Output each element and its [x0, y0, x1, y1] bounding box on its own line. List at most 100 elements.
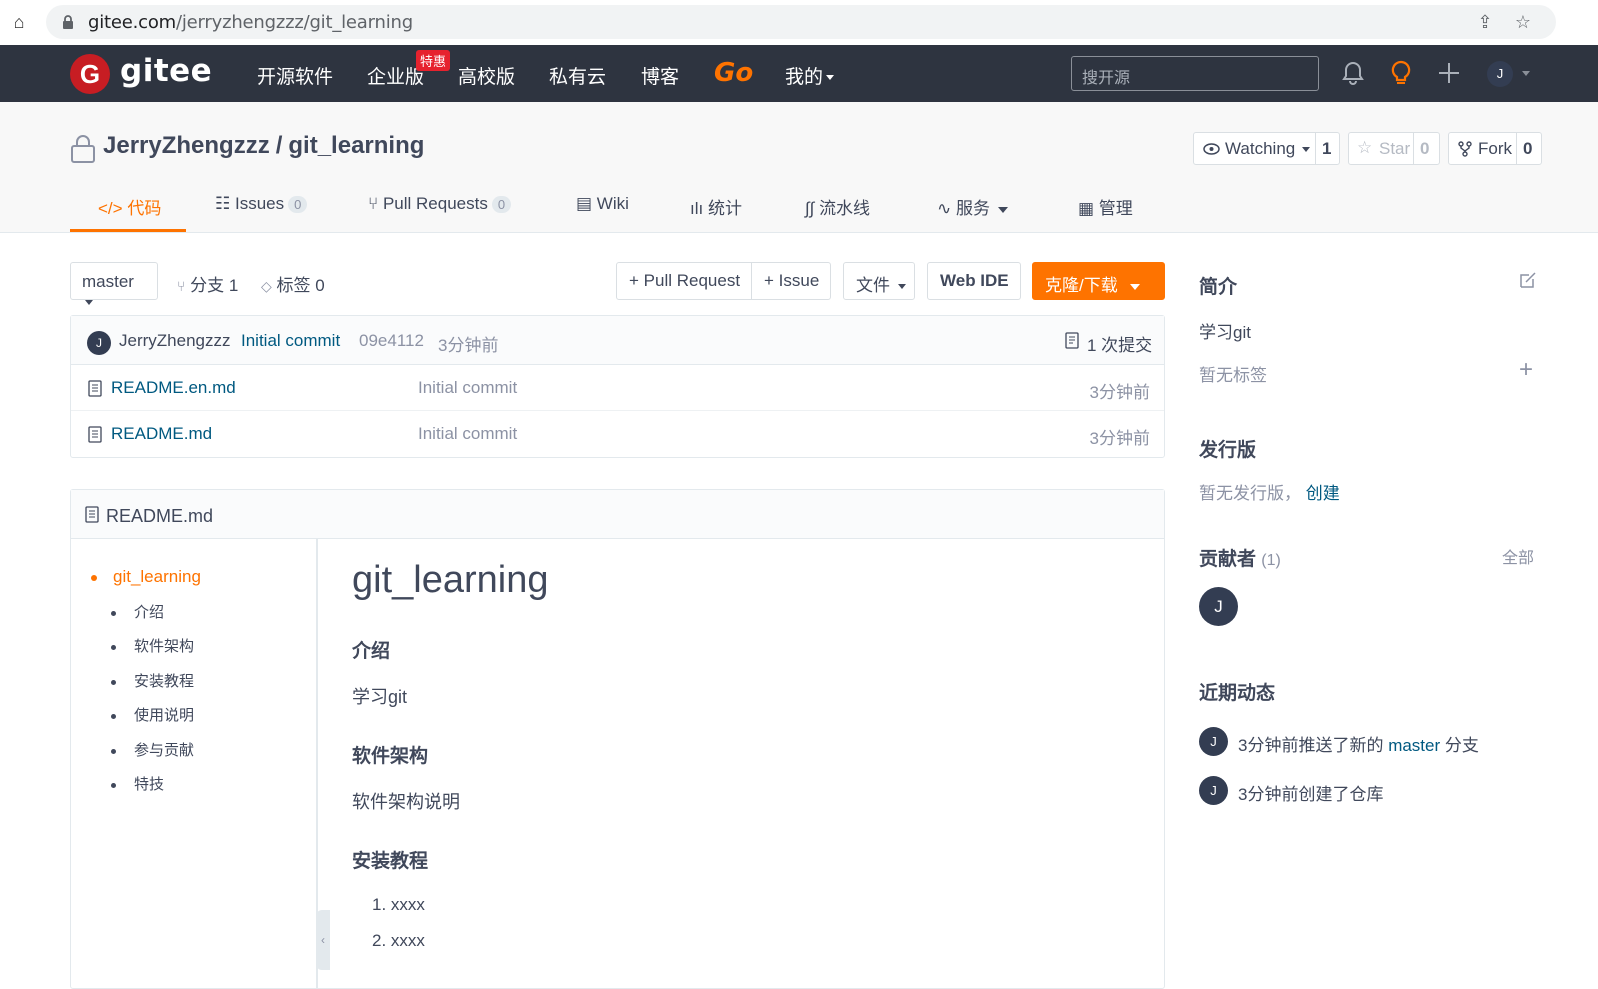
activity-text-post: 分支: [1440, 736, 1479, 755]
new-issue-button[interactable]: + Issue: [751, 262, 831, 300]
lightbulb-icon[interactable]: [1387, 59, 1415, 87]
tab-code[interactable]: </> 代码: [98, 194, 161, 219]
fork-count[interactable]: 0: [1516, 133, 1538, 164]
readme-title: README.md: [106, 506, 214, 526]
code-icon: </>: [98, 199, 123, 218]
toc-collapse-toggle[interactable]: ‹: [316, 910, 330, 970]
commit-author-link[interactable]: JerryZhengzzz: [119, 331, 230, 351]
commit-message-link[interactable]: Initial commit: [241, 331, 340, 351]
toc-item-main[interactable]: git_learning: [91, 567, 201, 587]
commit-hash-link[interactable]: 09e4112: [359, 331, 424, 351]
branch-select[interactable]: master: [70, 262, 158, 306]
toc-item-label: 特技: [134, 776, 165, 793]
tab-wiki[interactable]: ▤ Wiki: [576, 194, 629, 214]
pulls-count-badge: 0: [491, 196, 512, 214]
file-commit-message[interactable]: Initial commit: [418, 424, 517, 444]
web-ide-button[interactable]: Web IDE: [927, 262, 1021, 300]
plus-icon[interactable]: [1435, 59, 1463, 87]
toc-item[interactable]: 介绍: [111, 601, 164, 622]
bookmark-star-icon[interactable]: ☆: [1512, 11, 1534, 33]
toc-item[interactable]: 使用说明: [111, 704, 194, 725]
contributors-count: (1): [1261, 552, 1281, 569]
top-navbar: G gitee 开源软件 企业版 特惠 高校版 私有云 博客 Go 我的 搜开源…: [0, 45, 1598, 102]
repo-name-link[interactable]: git_learning: [288, 132, 424, 159]
tab-stats-label: 统计: [707, 199, 742, 218]
file-list: J JerryZhengzzz Initial commit 09e4112 3…: [70, 315, 1165, 458]
bullet: [111, 610, 116, 616]
watch-count[interactable]: 1: [1315, 133, 1337, 164]
create-release-link[interactable]: 创建: [1306, 484, 1340, 503]
edit-icon[interactable]: [1518, 270, 1538, 290]
tab-services[interactable]: ∿ 服务: [937, 194, 1008, 219]
author-avatar[interactable]: J: [87, 331, 111, 355]
activity-avatar[interactable]: J: [1199, 776, 1228, 805]
tags-label: 标签 0: [276, 276, 325, 295]
watch-label: Watching: [1225, 139, 1296, 158]
activity-avatar[interactable]: J: [1199, 727, 1228, 756]
file-name-link[interactable]: README.md: [111, 424, 212, 444]
nav-blog[interactable]: 博客: [641, 62, 679, 89]
contributors-heading: 贡献者 (1): [1199, 544, 1281, 571]
add-tag-icon[interactable]: +: [1519, 356, 1533, 384]
bell-icon[interactable]: [1339, 59, 1367, 87]
file-commit-message[interactable]: Initial commit: [418, 378, 517, 398]
activity-branch-link[interactable]: master: [1388, 736, 1440, 755]
tab-stats[interactable]: ılı 统计: [690, 194, 742, 219]
toc-item-label: 介绍: [134, 604, 165, 621]
tab-manage[interactable]: ▦ 管理: [1078, 194, 1133, 219]
chevron-down-icon[interactable]: [1522, 71, 1530, 76]
tab-wiki-label: Wiki: [596, 194, 629, 213]
list-item: 1. xxxx: [372, 895, 425, 914]
nav-go[interactable]: Go: [714, 58, 753, 88]
file-name-link[interactable]: README.en.md: [111, 378, 236, 398]
user-avatar[interactable]: J: [1487, 61, 1513, 87]
tags-link[interactable]: ◇ 标签 0: [261, 271, 325, 296]
chevron-down-icon: [997, 206, 1008, 213]
activity-text-pre: 3分钟前推送了新的: [1238, 736, 1389, 755]
issues-count-badge: 0: [288, 196, 308, 214]
home-icon[interactable]: ⌂: [8, 11, 30, 33]
branches-link[interactable]: ⑂ 分支 1: [177, 271, 238, 296]
star-count[interactable]: 0: [1413, 133, 1435, 164]
watch-button[interactable]: Watching 1: [1193, 132, 1340, 165]
clone-download-button[interactable]: 克隆/下载: [1032, 262, 1165, 300]
bullet: [111, 748, 116, 754]
address-bar[interactable]: gitee.com/jerryzhengzzz/git_learning ⇪ ☆: [46, 5, 1556, 39]
file-menu-button[interactable]: 文件: [843, 262, 915, 300]
gitee-logo-text: gitee: [120, 53, 213, 89]
commit-count-link[interactable]: 1 次提交: [1087, 331, 1152, 356]
all-contributors-link[interactable]: 全部: [1502, 544, 1534, 568]
tab-issues[interactable]: ☷ Issues 0: [215, 194, 308, 214]
commits-icon: [1065, 332, 1079, 349]
branch-icon: ⑂: [177, 278, 186, 294]
toc-item[interactable]: 软件架构: [111, 635, 194, 656]
intro-heading: 简介: [1199, 277, 1238, 298]
tab-pipeline-label: 流水线: [819, 199, 871, 218]
nav-open-source[interactable]: 开源软件: [257, 62, 333, 89]
tab-pull-requests[interactable]: ⑂ Pull Requests 0: [368, 194, 512, 214]
section-text: 学习git: [352, 687, 408, 707]
repo-owner-link[interactable]: JerryZhengzzz: [103, 132, 270, 159]
search-input[interactable]: 搜开源: [1071, 56, 1319, 91]
contributor-avatar[interactable]: J: [1199, 587, 1238, 626]
file-row[interactable]: README.md Initial commit 3分钟前: [71, 411, 1164, 457]
issues-icon: ☷: [215, 194, 231, 213]
star-button[interactable]: ☆ Star 0: [1348, 132, 1440, 165]
toc-item[interactable]: 安装教程: [111, 670, 194, 691]
toc-item[interactable]: 参与贡献: [111, 739, 194, 760]
bar-chart-icon: ılı: [690, 199, 704, 218]
gitee-logo[interactable]: G gitee: [70, 53, 215, 95]
readme-panel: README.md git_learning 介绍 软件架构 安装教程 使用说明…: [70, 489, 1165, 989]
promo-badge: 特惠: [416, 50, 451, 71]
nav-private-cloud[interactable]: 私有云: [549, 62, 606, 89]
fork-button[interactable]: Fork 0: [1448, 132, 1542, 165]
repo-title: JerryZhengzzz / git_learning: [103, 132, 424, 160]
toc-item[interactable]: 特技: [111, 773, 164, 794]
file-icon: [88, 380, 102, 397]
file-row[interactable]: README.en.md Initial commit 3分钟前: [71, 365, 1164, 411]
nav-mine[interactable]: 我的: [785, 62, 835, 89]
share-icon[interactable]: ⇪: [1474, 11, 1496, 33]
new-pull-request-button[interactable]: + Pull Request: [616, 262, 752, 300]
tab-pipeline[interactable]: ∫∫ 流水线: [805, 194, 870, 219]
nav-education[interactable]: 高校版: [458, 62, 515, 89]
